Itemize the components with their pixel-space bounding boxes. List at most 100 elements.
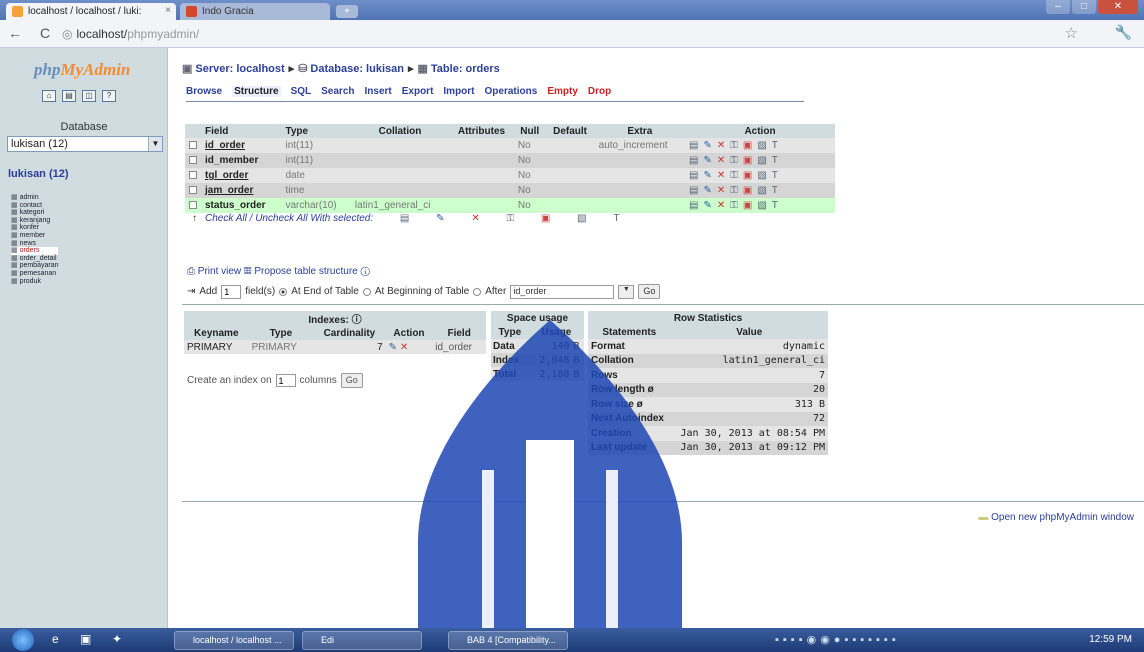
database-link[interactable]: lukisan (12) bbox=[8, 168, 69, 180]
drop-field-icon[interactable]: ✕ bbox=[717, 185, 730, 196]
at-end-radio[interactable] bbox=[279, 287, 288, 296]
header-attributes[interactable]: Attributes bbox=[449, 124, 514, 138]
at-beginning-radio[interactable] bbox=[362, 287, 371, 296]
browse-values-icon[interactable]: ▤ bbox=[689, 155, 703, 166]
primary-key-icon[interactable]: ⚿ bbox=[730, 200, 743, 211]
index-icon[interactable]: ▣ bbox=[743, 170, 757, 181]
header-extra[interactable]: Extra bbox=[594, 124, 685, 138]
create-index-columns-input[interactable] bbox=[275, 374, 296, 387]
system-tray-icons[interactable]: ▪▪▪▪◉◉●▪▪▪▪▪▪▪ bbox=[775, 633, 900, 646]
primary-key-icon[interactable]: ⚿ bbox=[730, 140, 743, 151]
start-button[interactable] bbox=[12, 629, 34, 651]
table-list-item[interactable]: produk bbox=[11, 278, 58, 286]
browse-values-icon[interactable]: ▤ bbox=[689, 140, 703, 151]
table-list-item[interactable]: news bbox=[11, 240, 58, 248]
taskbar-clock[interactable]: 12:59 PM bbox=[1089, 634, 1132, 645]
table-list-item[interactable]: orders bbox=[11, 247, 59, 255]
maximize-button[interactable]: □ bbox=[1072, 0, 1096, 14]
header-collation[interactable]: Collation bbox=[350, 124, 450, 138]
row-checkbox[interactable] bbox=[189, 141, 197, 150]
header-null[interactable]: Null bbox=[513, 124, 546, 138]
tab-empty[interactable]: Empty bbox=[547, 86, 578, 97]
table-list-item[interactable]: pemesanan bbox=[11, 270, 58, 278]
after-field-select[interactable]: id_order bbox=[510, 284, 615, 299]
header-type[interactable]: Type bbox=[281, 124, 351, 138]
breadcrumb-server[interactable]: Server: localhost bbox=[195, 63, 284, 75]
table-list-item[interactable]: kategori bbox=[11, 209, 58, 217]
reload-icon[interactable]: C bbox=[40, 25, 50, 41]
help-icon[interactable]: ⓘ bbox=[361, 266, 370, 277]
propose-structure-link[interactable]: Propose table structure bbox=[254, 266, 357, 277]
unique-icon[interactable]: ▧ bbox=[757, 185, 771, 196]
browse-selected-icon[interactable]: ▤ bbox=[400, 213, 409, 224]
address-bar[interactable]: ◎ localhost/phpmyadmin/ bbox=[62, 24, 1052, 44]
index-selected-icon[interactable]: ▣ bbox=[541, 213, 550, 224]
fulltext-icon[interactable]: T bbox=[772, 140, 783, 151]
drop-selected-icon[interactable]: ✕ bbox=[471, 213, 479, 224]
query-window-icon[interactable]: ◫ bbox=[82, 90, 96, 102]
table-list-item[interactable]: contact bbox=[11, 202, 58, 210]
fulltext-selected-icon[interactable]: T bbox=[613, 213, 619, 224]
check-all-link[interactable]: Check All / Uncheck All bbox=[205, 213, 308, 224]
index-icon[interactable]: ▣ bbox=[743, 200, 757, 211]
breadcrumb-database[interactable]: Database: lukisan bbox=[310, 63, 404, 75]
close-tab-icon[interactable]: × bbox=[165, 5, 171, 16]
tab-export[interactable]: Export bbox=[402, 86, 434, 97]
tab-browse[interactable]: Browse bbox=[186, 86, 222, 97]
table-list-item[interactable]: konfer bbox=[11, 224, 58, 232]
edit-index-icon[interactable]: ✎ bbox=[389, 342, 397, 353]
close-window-button[interactable]: ✕ bbox=[1098, 0, 1138, 14]
indexes-help-icon[interactable]: ⓘ bbox=[352, 315, 362, 326]
tab-insert[interactable]: Insert bbox=[365, 86, 392, 97]
print-view-link[interactable]: Print view bbox=[198, 266, 241, 277]
primary-key-icon[interactable]: ⚿ bbox=[730, 170, 743, 181]
browser-tab-indo-gracia[interactable]: Indo Gracia bbox=[180, 3, 330, 20]
unique-icon[interactable]: ▧ bbox=[757, 200, 771, 211]
app-icon[interactable]: ✦ bbox=[112, 632, 122, 646]
add-field-count-input[interactable] bbox=[221, 284, 242, 299]
wrench-menu-icon[interactable]: 🔧 bbox=[1115, 24, 1132, 41]
table-list-item[interactable]: member bbox=[11, 232, 58, 240]
after-radio[interactable] bbox=[473, 287, 482, 296]
taskbar-item-word[interactable]: BAB 4 [Compatibility... bbox=[448, 631, 568, 650]
docs-icon[interactable]: ? bbox=[102, 90, 116, 102]
fulltext-icon[interactable]: T bbox=[772, 170, 783, 181]
browse-values-icon[interactable]: ▤ bbox=[689, 170, 703, 181]
create-index-go-button[interactable]: Go bbox=[340, 373, 363, 388]
new-tab-button[interactable]: + bbox=[336, 5, 358, 18]
home-icon[interactable]: ⌂ bbox=[42, 90, 56, 102]
add-go-button[interactable]: Go bbox=[638, 284, 661, 299]
table-list-item[interactable]: order_detail bbox=[11, 255, 58, 263]
edit-field-icon[interactable]: ✎ bbox=[703, 170, 716, 181]
open-new-window-link[interactable]: ▬ Open new phpMyAdmin window bbox=[978, 512, 1134, 523]
edit-field-icon[interactable]: ✎ bbox=[703, 200, 716, 211]
edit-field-icon[interactable]: ✎ bbox=[703, 155, 716, 166]
unique-icon[interactable]: ▧ bbox=[757, 170, 771, 181]
index-icon[interactable]: ▣ bbox=[743, 155, 757, 166]
table-list-item[interactable]: admin bbox=[11, 194, 58, 202]
unique-icon[interactable]: ▧ bbox=[757, 140, 771, 151]
drop-field-icon[interactable]: ✕ bbox=[717, 170, 730, 181]
sql-query-icon[interactable]: ▤ bbox=[62, 90, 76, 102]
fulltext-icon[interactable]: T bbox=[772, 200, 783, 211]
taskbar-item-editor[interactable]: Edi bbox=[302, 631, 422, 650]
media-icon[interactable]: ▣ bbox=[80, 632, 91, 646]
tab-operations[interactable]: Operations bbox=[485, 86, 538, 97]
primary-selected-icon[interactable]: ⚿ bbox=[507, 213, 515, 224]
index-icon[interactable]: ▣ bbox=[743, 185, 757, 196]
table-list-item[interactable]: pembayaran bbox=[11, 262, 59, 270]
tab-structure[interactable]: Structure bbox=[232, 86, 281, 97]
row-checkbox[interactable] bbox=[189, 171, 197, 180]
fulltext-icon[interactable]: T bbox=[772, 155, 783, 166]
tab-search[interactable]: Search bbox=[321, 86, 354, 97]
fulltext-icon[interactable]: T bbox=[772, 185, 783, 196]
phpmyadmin-logo[interactable]: phpMyAdmin bbox=[34, 60, 130, 80]
after-select-arrow-icon[interactable]: ▼ bbox=[618, 284, 635, 299]
browser-tab-localhost[interactable]: localhost / localhost / luki: × bbox=[6, 3, 176, 20]
row-checkbox[interactable] bbox=[189, 201, 197, 210]
bookmark-star-icon[interactable]: ☆ bbox=[1065, 24, 1078, 42]
taskbar-item-browser[interactable]: localhost / localhost ... bbox=[174, 631, 294, 650]
drop-field-icon[interactable]: ✕ bbox=[717, 140, 730, 151]
row-checkbox[interactable] bbox=[189, 156, 197, 165]
primary-key-icon[interactable]: ⚿ bbox=[730, 185, 743, 196]
